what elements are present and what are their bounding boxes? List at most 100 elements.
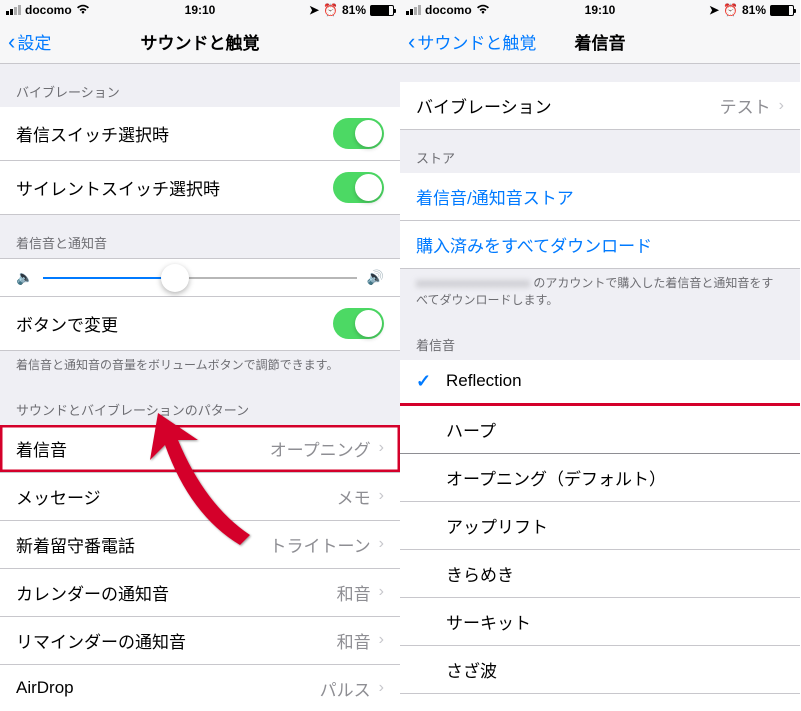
signal-icon [406, 5, 421, 15]
toggle-silent-switch[interactable] [333, 172, 384, 203]
cell-label: 着信音/通知音ストア [416, 184, 574, 209]
ringtone-label: ハープ [446, 417, 496, 442]
signal-icon [6, 5, 21, 15]
chevron-right-icon: › [379, 583, 384, 601]
alarm-icon: ⏰ [723, 3, 738, 17]
volume-slider[interactable] [43, 277, 356, 279]
status-bar: docomo 19:10 ➤ ⏰ 81% [0, 0, 400, 20]
ringtone-label: Reflection [446, 371, 522, 391]
row-airdrop[interactable]: AirDrop パルス › [0, 665, 400, 711]
ringtone-row[interactable]: ハープ [400, 406, 800, 454]
ringtone-row[interactable]: サミット [400, 694, 800, 711]
status-time: 19:10 [585, 3, 616, 17]
wifi-icon [76, 4, 90, 17]
screen-ringtone: docomo 19:10 ➤ ⏰ 81% ‹ サウンドと触覚 着信音 バイブレー… [400, 0, 800, 711]
ringtone-label: サミット [446, 705, 514, 711]
ringtone-row[interactable]: オープニング（デフォルト） [400, 454, 800, 502]
row-voicemail[interactable]: 新着留守番電話 トライトーン › [0, 521, 400, 569]
section-header-patterns: サウンドとバイブレーションのパターン [0, 382, 400, 425]
nav-title: 着信音 [575, 29, 626, 54]
chevron-left-icon: ‹ [8, 29, 15, 55]
cell-label: ボタンで変更 [16, 311, 118, 336]
battery-percent: 81% [342, 3, 366, 17]
row-download-all[interactable]: 購入済みをすべてダウンロード [400, 221, 800, 269]
wifi-icon [476, 4, 490, 17]
ringtone-label: サーキット [446, 609, 531, 634]
row-ringtone[interactable]: 着信音 オープニング › [0, 425, 400, 473]
cell-label: メッセージ [16, 484, 101, 509]
toggle-ring-switch[interactable] [333, 118, 384, 149]
row-calendar-alert[interactable]: カレンダーの通知音 和音 › [0, 569, 400, 617]
cell-value: テスト [720, 93, 771, 118]
ringtone-label: さざ波 [446, 657, 497, 682]
back-button[interactable]: ‹ サウンドと触覚 [400, 29, 536, 55]
volume-slider-row[interactable]: 🔈 🔊 [0, 258, 400, 297]
slider-thumb[interactable] [161, 264, 189, 292]
checkmark-icon: ✓ [416, 371, 436, 392]
status-bar: docomo 19:10 ➤ ⏰ 81% [400, 0, 800, 20]
row-reminder-alert[interactable]: リマインダーの通知音 和音 › [0, 617, 400, 665]
chevron-right-icon: › [379, 535, 384, 553]
screen-sounds-haptics: docomo 19:10 ➤ ⏰ 81% ‹ 設定 サウンドと触覚 バイブレーシ… [0, 0, 400, 711]
section-header-store: ストア [400, 130, 800, 173]
section-footer-store: xxxxxxxxxxxxxxxxxxx のアカウントで購入した着信音と通知音をす… [400, 269, 800, 317]
row-vibration[interactable]: バイブレーション テスト › [400, 82, 800, 130]
row-silent-switch[interactable]: サイレントスイッチ選択時 [0, 161, 400, 215]
cell-label: バイブレーション [416, 93, 552, 118]
row-tone-store[interactable]: 着信音/通知音ストア [400, 173, 800, 221]
battery-percent: 81% [742, 3, 766, 17]
cell-label: 着信スイッチ選択時 [16, 121, 169, 146]
carrier-label: docomo [25, 3, 72, 17]
nav-bar: ‹ サウンドと触覚 着信音 [400, 20, 800, 64]
cell-label: カレンダーの通知音 [16, 580, 169, 605]
toggle-change-buttons[interactable] [333, 308, 384, 339]
cell-value: メモ [337, 484, 371, 509]
battery-icon [370, 5, 394, 16]
ringtone-row[interactable]: さざ波 [400, 646, 800, 694]
cell-label: サイレントスイッチ選択時 [16, 175, 220, 200]
cell-value: トライトーン [270, 532, 371, 557]
chevron-right-icon: › [379, 487, 384, 505]
ringtone-label: オープニング（デフォルト） [446, 465, 666, 490]
back-button[interactable]: ‹ 設定 [0, 29, 51, 55]
section-header-ringer: 着信音と通知音 [0, 215, 400, 258]
chevron-right-icon: › [779, 97, 784, 115]
back-label: 設定 [17, 29, 51, 54]
status-time: 19:10 [185, 3, 216, 17]
cell-label: 購入済みをすべてダウンロード [416, 232, 652, 257]
cell-label: AirDrop [16, 678, 74, 698]
alarm-icon: ⏰ [323, 3, 338, 17]
section-footer-ringer: 着信音と通知音の音量をボリュームボタンで調節できます。 [0, 351, 400, 382]
ringtone-row[interactable]: きらめき [400, 550, 800, 598]
cell-label: 新着留守番電話 [16, 532, 135, 557]
section-header-ringtones: 着信音 [400, 317, 800, 360]
ringtone-row[interactable]: アップリフト [400, 502, 800, 550]
chevron-right-icon: › [379, 679, 384, 697]
nav-bar: ‹ 設定 サウンドと触覚 [0, 20, 400, 64]
chevron-right-icon: › [379, 631, 384, 649]
row-change-with-buttons[interactable]: ボタンで変更 [0, 297, 400, 351]
carrier-label: docomo [425, 3, 472, 17]
back-label: サウンドと触覚 [417, 29, 536, 54]
row-text-tone[interactable]: メッセージ メモ › [0, 473, 400, 521]
chevron-left-icon: ‹ [408, 29, 415, 55]
row-ring-switch[interactable]: 着信スイッチ選択時 [0, 107, 400, 161]
battery-icon [770, 5, 794, 16]
speaker-high-icon: 🔊 [367, 269, 384, 286]
nav-title: サウンドと触覚 [141, 29, 260, 54]
ringtone-label: きらめき [446, 561, 514, 586]
chevron-right-icon: › [379, 439, 384, 457]
cell-value: オープニング [270, 436, 371, 461]
ringtone-label: アップリフト [446, 513, 548, 538]
speaker-low-icon: 🔈 [16, 269, 33, 286]
location-icon: ➤ [709, 3, 719, 17]
ringtone-row[interactable]: サーキット [400, 598, 800, 646]
location-icon: ➤ [309, 3, 319, 17]
redacted-account: xxxxxxxxxxxxxxxxxxx [416, 276, 530, 290]
cell-value: パルス [320, 676, 371, 701]
cell-value: 和音 [337, 628, 371, 653]
section-header-vibration: バイブレーション [0, 64, 400, 107]
ringtone-row-selected[interactable]: ✓ Reflection [400, 360, 800, 406]
cell-label: リマインダーの通知音 [16, 628, 186, 653]
cell-label: 着信音 [16, 436, 67, 461]
